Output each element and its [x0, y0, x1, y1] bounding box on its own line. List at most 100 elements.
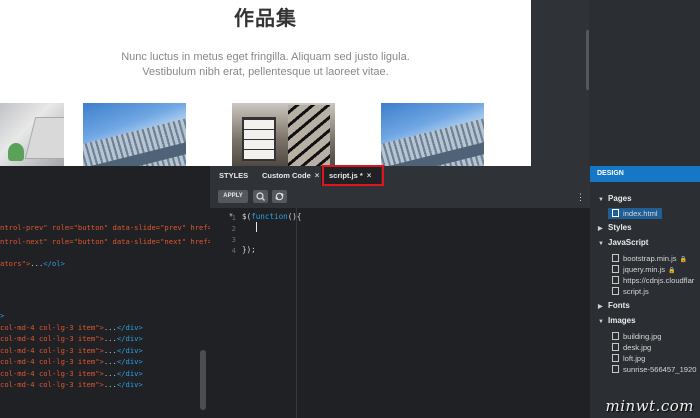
expanded-triangle-icon: ▼: [598, 241, 604, 247]
image-file-item[interactable]: loft.jpg: [612, 353, 645, 364]
file-icon: [612, 332, 619, 340]
code-ellipsis: ...: [103, 357, 117, 366]
file-icon: [612, 209, 619, 217]
file-name: desk.jpg: [623, 343, 652, 352]
file-name: script.js: [623, 287, 649, 296]
section-styles[interactable]: ▶ Styles: [598, 223, 632, 232]
collapsed-triangle-icon: ▶: [598, 304, 603, 310]
code-tag: </ol>: [43, 259, 65, 268]
fold-arrow-icon[interactable]: ▼: [228, 213, 234, 219]
js-line-1: $(function(){: [242, 212, 301, 221]
file-name: sunrise-566457_1920: [623, 365, 697, 374]
design-panel: DESIGN ▼ Pages index.html ▶ Styles ▼ JavaSc…: [590, 166, 700, 418]
lead-text-line1: Nunc luctus in metus eget fringilla. Ali…: [121, 51, 410, 63]
code-line: col-md-4 col-lg-3 item">...</div>: [0, 346, 143, 355]
editor-toolbar: APPLY ⋮: [210, 186, 590, 208]
tab-styles[interactable]: STYLES: [219, 166, 248, 186]
code-ellipsis: ...: [103, 323, 117, 332]
code-tag: </div>: [116, 369, 143, 378]
code-line: ntrol-next" role="button" data-slide="ne…: [0, 237, 210, 246]
file-name: loft.jpg: [623, 354, 646, 363]
code-attr: ntrol-next" role="button" data-slide="ne…: [0, 237, 210, 246]
thumbnail-loft[interactable]: [232, 103, 335, 166]
more-options-icon[interactable]: ⋮: [576, 190, 585, 204]
section-label: Images: [608, 316, 636, 325]
js-code-editor[interactable]: 1 2 3 4 ▼ $(function(){ });: [210, 208, 590, 418]
js-file-item[interactable]: script.js: [612, 286, 649, 297]
tab-custom-code-label: Custom Code: [262, 171, 311, 180]
section-images[interactable]: ▼ Images: [598, 316, 636, 325]
annotation-highlight-box: [322, 165, 384, 186]
file-name: index.html: [623, 209, 658, 218]
collapsed-triangle-icon: ▶: [598, 226, 603, 232]
js-file-item[interactable]: bootstrap.min.js 🔒: [612, 253, 687, 264]
section-javascript[interactable]: ▼ JavaScript: [598, 238, 648, 247]
search-icon: [256, 192, 265, 201]
file-icon: [612, 265, 619, 273]
code-attr: ators">: [0, 259, 31, 268]
file-name: jquery.min.js: [623, 265, 666, 274]
code-attr: col-md-4 col-lg-3 item">: [0, 380, 104, 389]
file-icon: [612, 343, 619, 351]
watermark: minwt.com: [605, 397, 694, 415]
html-code-pane[interactable]: ntrol-prev" role="button" data-slide="pr…: [0, 166, 210, 418]
code-tag: </div>: [116, 380, 143, 389]
design-header[interactable]: DESIGN: [590, 166, 700, 182]
page-item-index[interactable]: index.html: [608, 208, 662, 219]
code-tag: </div>: [116, 334, 143, 343]
code-line: col-md-4 col-lg-3 item">...</div>: [0, 357, 143, 366]
file-name: building.jpg: [623, 332, 662, 341]
editor-divider: [296, 208, 297, 418]
code-tag: </div>: [116, 357, 143, 366]
code-ellipsis: ...: [103, 334, 117, 343]
html-pane-scrollbar[interactable]: [200, 350, 206, 410]
js-keyword: function: [251, 212, 288, 221]
image-file-item[interactable]: sunrise-566457_1920: [612, 364, 696, 375]
code-attr: col-md-4 col-lg-3 item">: [0, 346, 104, 355]
section-pages[interactable]: ▼ Pages: [598, 194, 632, 203]
thumbnail-building-2[interactable]: [381, 103, 484, 166]
file-icon: [612, 365, 619, 373]
code-attr: col-md-4 col-lg-3 item">: [0, 357, 104, 366]
lock-icon: 🔒: [668, 268, 676, 274]
code-ellipsis: ...: [103, 369, 117, 378]
apply-button[interactable]: APPLY: [218, 190, 248, 203]
section-label: JavaScript: [608, 238, 649, 247]
code-attr: col-md-4 col-lg-3 item">: [0, 334, 104, 343]
close-icon[interactable]: ×: [315, 171, 320, 180]
thumbnail-building-1[interactable]: [83, 103, 186, 166]
js-file-item[interactable]: jquery.min.js 🔒: [612, 264, 676, 275]
tab-custom-code[interactable]: Custom Code ×: [262, 166, 319, 186]
lead-text-line2: Vestibulum nibh erat, pellentesque ut la…: [142, 66, 389, 78]
replace-button[interactable]: [272, 190, 287, 203]
text-cursor: [256, 222, 257, 232]
expanded-triangle-icon: ▼: [598, 197, 604, 203]
line-number: 3: [231, 235, 236, 244]
replace-icon: [275, 192, 284, 201]
js-line-4: });: [242, 245, 256, 254]
section-label: Pages: [608, 194, 632, 203]
file-name: bootstrap.min.js: [623, 254, 677, 263]
file-icon: [612, 354, 619, 362]
lock-icon: 🔒: [679, 257, 688, 263]
code-tag: >: [0, 311, 5, 320]
expanded-triangle-icon: ▼: [598, 319, 604, 325]
code-line: col-md-4 col-lg-3 item">...</div>: [0, 323, 143, 332]
js-file-item[interactable]: https://cdnjs.cloudflar: [612, 275, 694, 286]
design-panel-top: [589, 0, 700, 166]
section-fonts[interactable]: ▶ Fonts: [598, 301, 630, 310]
site-preview[interactable]: 作品集 Nunc luctus in metus eget fringilla.…: [0, 0, 531, 166]
code-attr: ntrol-prev" role="button" data-slide="pr…: [0, 223, 210, 232]
section-label: Fonts: [608, 301, 630, 310]
js-token: $(: [242, 212, 252, 221]
image-file-item[interactable]: building.jpg: [612, 331, 661, 342]
page-title: 作品集: [234, 6, 297, 30]
code-line: col-md-4 col-lg-3 item">...</div>: [0, 334, 143, 343]
file-name: https://cdnjs.cloudflar: [623, 276, 695, 285]
code-line: >: [0, 311, 4, 320]
code-attr: col-md-4 col-lg-3 item">: [0, 369, 104, 378]
search-button[interactable]: [253, 190, 268, 203]
thumbnail-desk[interactable]: [0, 103, 64, 166]
line-number: 4: [231, 246, 236, 255]
image-file-item[interactable]: desk.jpg: [612, 342, 651, 353]
